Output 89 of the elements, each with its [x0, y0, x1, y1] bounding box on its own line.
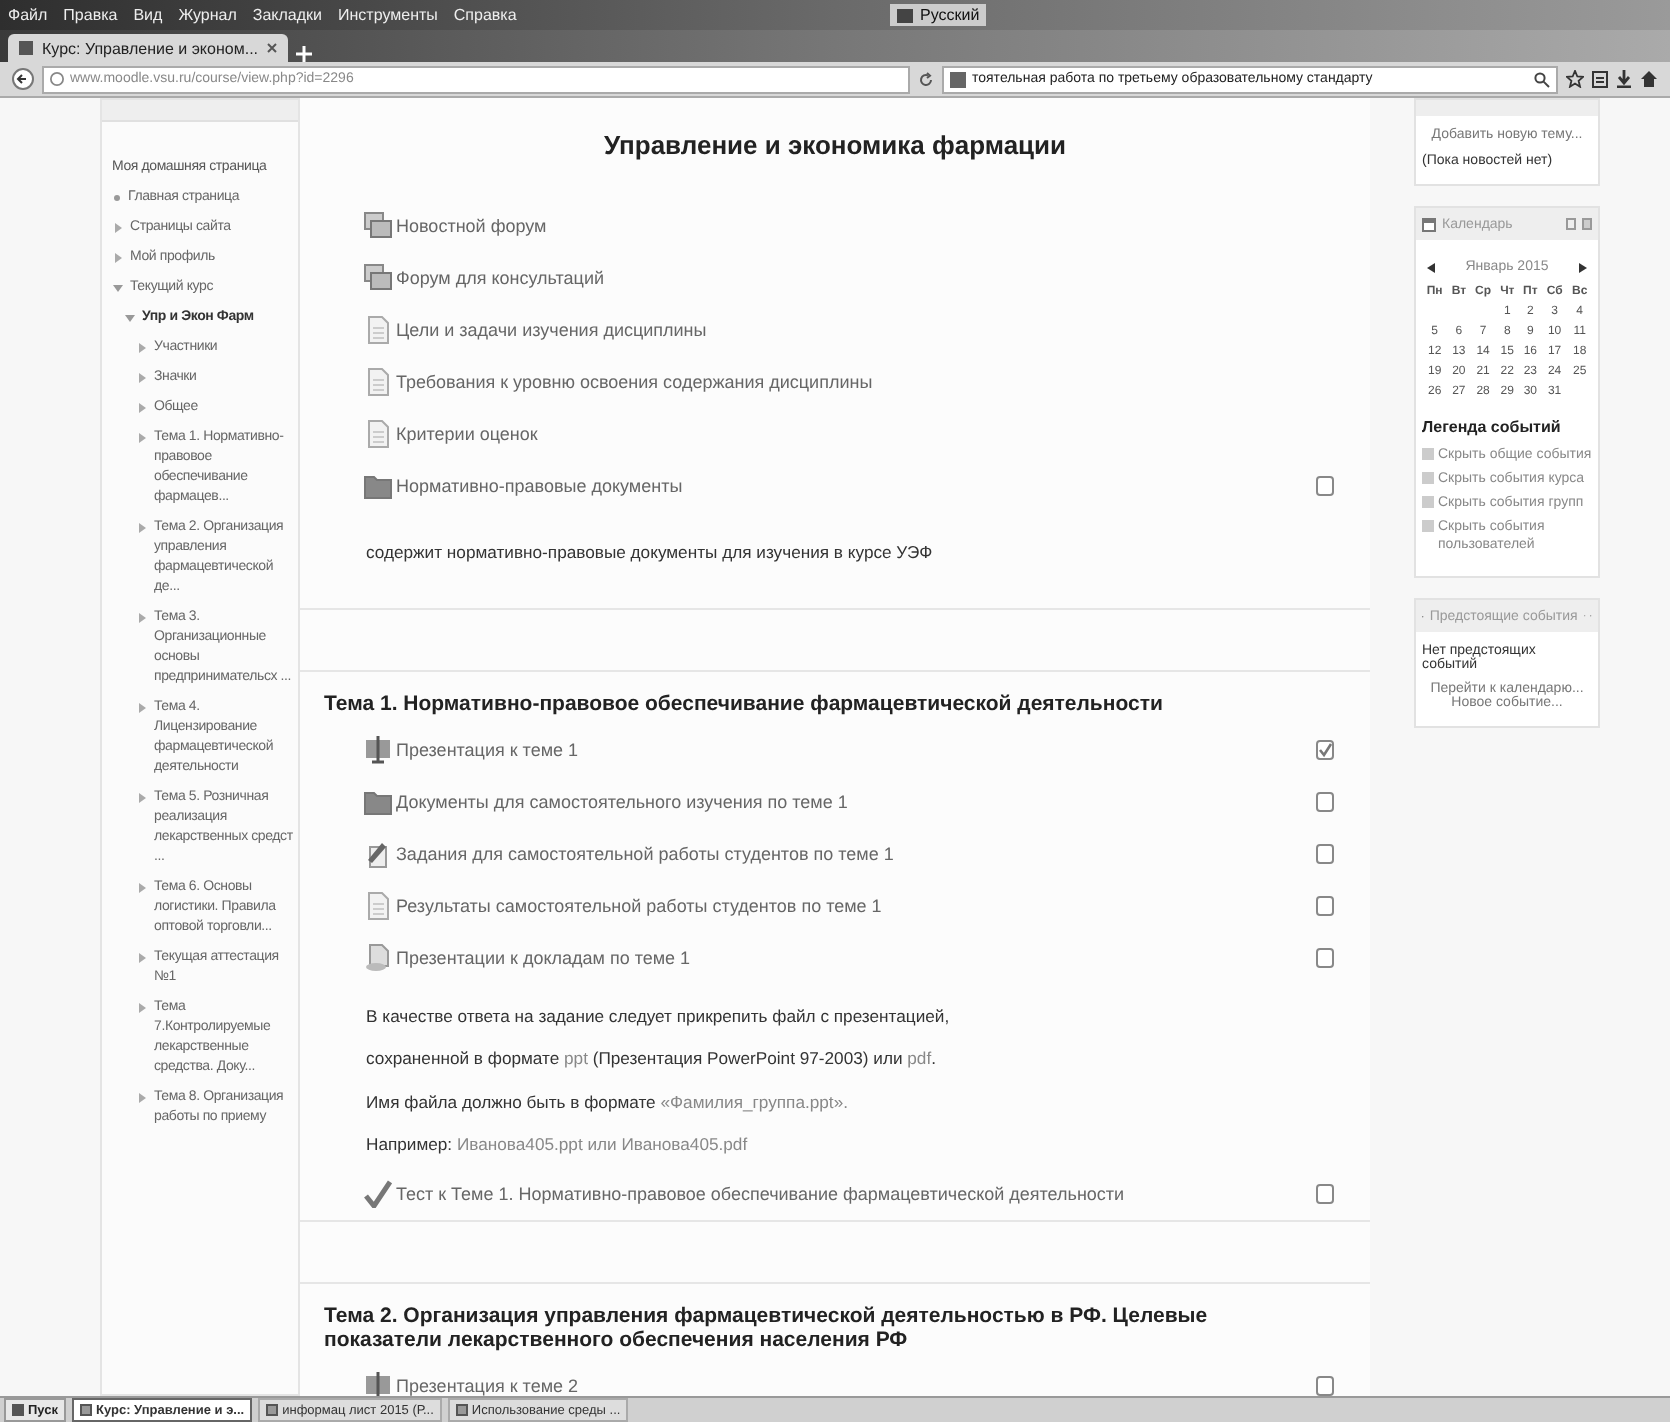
collapsed-triangle-icon[interactable] [136, 522, 148, 534]
document-icon [364, 891, 392, 919]
event-square-icon [1422, 520, 1434, 532]
menu-item[interactable]: Правка [63, 6, 118, 24]
collapsed-triangle-icon[interactable] [136, 372, 148, 384]
paragraph: содержит нормативно-правовые документы для изучения в курсе УЭФ [364, 540, 935, 566]
event-square-icon [1422, 472, 1434, 484]
window-icon [266, 1404, 279, 1416]
home-icon[interactable] [1640, 70, 1658, 88]
expanded-triangle-icon[interactable] [124, 312, 136, 324]
activity-link[interactable]: Презентация к теме 2 [396, 1375, 1312, 1395]
activity-link[interactable]: Цели и задачи изучения дисциплины [396, 320, 1346, 340]
activity-link[interactable]: Презентации к докладам по теме 1 [396, 947, 1312, 967]
folder-icon [364, 787, 392, 815]
forum-icon [364, 264, 392, 292]
collapsed-triangle-icon[interactable] [136, 952, 148, 964]
paragraph: сохраненной в формате ppt (Презентация PowerPoint 97-2003) или pdf. [364, 1046, 938, 1072]
file-icon [364, 943, 392, 971]
collapsed-triangle-icon[interactable] [136, 402, 148, 414]
activity-link[interactable]: Тест к Теме 1. Нормативно-правовое обеспечивание фармацевтической деятельности [396, 1183, 1312, 1203]
activity-link[interactable]: Новостной форум [396, 216, 1346, 236]
course-title: Управление и экономика фармации [601, 128, 1069, 164]
collapsed-triangle-icon[interactable] [136, 792, 148, 804]
collapsed-triangle-icon[interactable] [112, 222, 124, 234]
completion-checkbox[interactable] [1316, 895, 1334, 915]
collapsed-triangle-icon[interactable] [112, 252, 124, 264]
close-icon[interactable] [266, 42, 279, 54]
plus-icon[interactable] [296, 46, 313, 62]
presentation-icon [364, 735, 392, 763]
legend-title: Легенда событий [1422, 418, 1563, 436]
link[interactable]: «Фамилия_группа.ppt». [660, 1091, 848, 1111]
activity-link[interactable]: Результаты самостоятельной работы студентов по теме 1 [396, 895, 1312, 915]
menu-item[interactable]: Журнал [178, 6, 237, 24]
collapsed-triangle-icon[interactable] [136, 1092, 148, 1104]
paragraph: Например: Иванова405.ppt или Иванова405.pdf [364, 1132, 750, 1158]
event-square-icon [1422, 496, 1434, 508]
collapsed-triangle-icon[interactable] [136, 432, 148, 444]
search-icon[interactable] [1534, 71, 1550, 87]
collapsed-triangle-icon[interactable] [136, 702, 148, 714]
activity-link[interactable]: Критерии оценок [396, 424, 1346, 444]
collapsed-triangle-icon[interactable] [136, 342, 148, 354]
document-icon [364, 368, 392, 396]
document-icon [364, 316, 392, 344]
activity-link[interactable]: Документы для самостоятельного изучения по теме 1 [396, 791, 1312, 811]
collapsed-triangle-icon[interactable] [136, 612, 148, 624]
menu-item[interactable]: Файл [8, 6, 48, 24]
completion-checkbox[interactable] [1316, 947, 1334, 967]
pencil-document-icon [364, 839, 392, 867]
tab-title: Курс: Управление и эконом... [42, 39, 259, 57]
paragraph: Имя файла должно быть в формате «Фамилия_группа.ppt». [364, 1089, 850, 1116]
completion-checkbox[interactable] [1316, 1183, 1334, 1203]
menu-item[interactable]: Вид [133, 6, 163, 24]
menu-item[interactable]: Справка [453, 6, 517, 24]
clipboard-icon[interactable] [1592, 70, 1608, 88]
activity-link[interactable]: Требования к уровню освоения содержания дисциплины [396, 372, 1346, 392]
section-heading: Тема 1. Нормативно-правовое обеспечивание фармацевтической деятельности [324, 689, 1165, 719]
completion-checkbox[interactable] [1316, 843, 1334, 863]
language-switcher[interactable]: Русский [890, 4, 986, 26]
forum-icon [364, 212, 392, 240]
event-square-icon [1422, 448, 1434, 460]
previous-month-icon[interactable] [1426, 261, 1436, 273]
star-icon[interactable] [1566, 70, 1584, 88]
link[interactable]: Иванова405.ppt или Иванова405.pdf [456, 1134, 748, 1154]
browser-tab[interactable]: Курс: Управление и эконом... [8, 34, 289, 62]
next-month-icon[interactable] [1577, 261, 1588, 273]
completion-checkbox[interactable] [1316, 476, 1334, 496]
window-icon [455, 1404, 468, 1416]
completion-checkbox[interactable] [1316, 739, 1334, 759]
paragraph: В качестве ответа на задание следует прикрепить файл с презентацией, [364, 1003, 952, 1030]
document-icon [364, 420, 392, 448]
window-icon [80, 1404, 92, 1416]
menu-item[interactable]: Закладки [252, 6, 323, 24]
collapsed-triangle-icon[interactable] [136, 1002, 148, 1014]
completion-checkbox[interactable] [1316, 1375, 1334, 1395]
checkmark-icon [364, 1179, 392, 1207]
collapsed-triangle-icon[interactable] [136, 882, 148, 894]
activity-link[interactable]: Форум для консультаций [396, 268, 1346, 288]
completion-checkbox[interactable] [1316, 791, 1334, 811]
activity-link[interactable]: Презентация к теме 1 [396, 739, 1312, 759]
section-heading: Тема 2. Организация управления фармацевтической деятельностью в РФ. Целевые показатели лекарственного обеспечения населения РФ [324, 1301, 1210, 1355]
activity-link[interactable]: Нормативно-правовые документы [396, 476, 1312, 496]
reload-icon[interactable] [918, 71, 934, 87]
folder-icon [364, 472, 392, 500]
language-label: Русский [920, 6, 980, 24]
menu-item[interactable]: Инструменты [338, 6, 438, 24]
download-icon[interactable] [1616, 70, 1632, 88]
expanded-triangle-icon[interactable] [112, 282, 124, 294]
bullet-icon [112, 192, 122, 204]
activity-link[interactable]: Задания для самостоятельной работы студентов по теме 1 [396, 843, 1312, 863]
